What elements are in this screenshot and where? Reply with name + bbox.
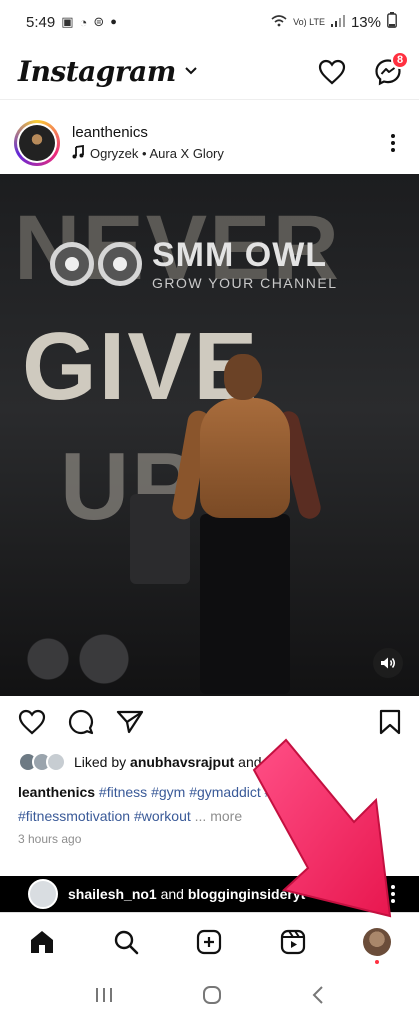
image-icon: ▣ bbox=[61, 14, 74, 29]
music-note-icon bbox=[72, 144, 84, 162]
post-timestamp: 3 hours ago bbox=[18, 832, 82, 846]
post-audio[interactable]: Ogryzek • Aura X Glory bbox=[72, 144, 381, 162]
likes-row[interactable]: Liked by anubhavsrajput and others bbox=[18, 752, 304, 772]
next-post-and: and bbox=[156, 886, 188, 902]
battery-percent: 13% bbox=[350, 13, 381, 31]
profile-avatar bbox=[363, 927, 392, 956]
sound-toggle-icon[interactable] bbox=[373, 648, 403, 678]
profile-tab[interactable] bbox=[359, 924, 395, 964]
home-button-icon[interactable] bbox=[201, 984, 223, 1011]
hashtag[interactable]: #fitnessmotivation bbox=[18, 808, 130, 824]
instagram-logo[interactable]: Instagram bbox=[18, 55, 198, 88]
home-icon[interactable] bbox=[24, 924, 60, 960]
heart-icon[interactable] bbox=[317, 57, 347, 87]
network-label: Vo) LTE bbox=[293, 17, 325, 27]
system-nav-bar bbox=[0, 970, 419, 1024]
liked-by-prefix: Liked by bbox=[74, 754, 131, 770]
hashtag[interactable]: #fitness bbox=[99, 784, 147, 800]
hashtag[interactable]: #gym bbox=[151, 784, 185, 800]
share-icon[interactable] bbox=[116, 710, 144, 739]
next-post-user[interactable]: shailesh_no1 bbox=[68, 886, 157, 902]
messenger-icon[interactable]: 8 bbox=[373, 50, 409, 87]
like-heart-icon[interactable] bbox=[18, 709, 46, 740]
watermark: SMM OWL GROW YOUR CHANNEL bbox=[50, 236, 337, 291]
create-post-icon[interactable] bbox=[191, 924, 227, 960]
app-header: Instagram 8 bbox=[0, 44, 419, 100]
comment-icon[interactable] bbox=[68, 709, 94, 740]
post-username[interactable]: leanthenics bbox=[72, 124, 381, 141]
post-options-icon[interactable] bbox=[381, 134, 405, 152]
whatsapp-icon: ◔ bbox=[79, 14, 88, 30]
status-bar: 5:49 ▣ ◔ ⊜ ● Vo) LTE 13% bbox=[0, 0, 419, 44]
battery-icon bbox=[387, 12, 397, 32]
recent-apps-icon[interactable] bbox=[93, 986, 115, 1009]
search-icon[interactable] bbox=[108, 924, 144, 960]
hashtag[interactable]: #workout bbox=[134, 808, 191, 824]
post-author-avatar[interactable] bbox=[14, 120, 60, 166]
athlete-figure bbox=[170, 354, 323, 694]
post-caption: leanthenics #fitness #gym #gymaddict #na… bbox=[18, 780, 408, 828]
owl-logo-icon bbox=[50, 241, 142, 286]
next-post-second-user[interactable]: blogginginsideryt bbox=[188, 886, 305, 902]
status-time: 5:49 bbox=[26, 13, 56, 31]
bottom-nav bbox=[0, 912, 419, 970]
signal-icon bbox=[330, 14, 345, 30]
watermark-subtitle: GROW YOUR CHANNEL bbox=[152, 275, 338, 291]
messenger-badge: 8 bbox=[391, 50, 409, 69]
next-post-avatar[interactable] bbox=[28, 879, 58, 909]
hashtag[interactable]: #gymaddict bbox=[189, 784, 261, 800]
wifi-icon bbox=[271, 14, 287, 30]
back-button-icon[interactable] bbox=[310, 985, 326, 1010]
reels-icon[interactable] bbox=[275, 924, 311, 960]
post-actions bbox=[0, 704, 419, 744]
audio-label: Ogryzek • Aura X Glory bbox=[90, 146, 224, 161]
logo-text: Instagram bbox=[18, 55, 176, 88]
liked-by-suffix: and others bbox=[234, 754, 305, 770]
next-post-header[interactable]: shailesh_no1 and blogginginsideryt bbox=[0, 876, 419, 912]
notification-dot-icon: ● bbox=[110, 16, 117, 28]
caption-more-link[interactable]: ... more bbox=[195, 808, 242, 824]
liked-by-user[interactable]: anubhavsrajput bbox=[130, 754, 234, 770]
dumbbells bbox=[20, 629, 160, 689]
watermark-title: SMM OWL bbox=[152, 236, 328, 274]
liker-avatars bbox=[18, 752, 66, 772]
sync-icon: ⊜ bbox=[93, 14, 105, 29]
next-post-options-icon[interactable] bbox=[381, 885, 405, 903]
avatar-image bbox=[19, 125, 55, 161]
hashtag[interactable]: #natty bbox=[265, 784, 303, 800]
profile-notification-dot bbox=[375, 959, 380, 964]
bookmark-icon[interactable] bbox=[379, 709, 401, 740]
post-image[interactable]: NEVER GIVE UP SMM OWL GROW YOUR CHANNEL bbox=[0, 174, 419, 696]
post-header: leanthenics Ogryzek • Aura X Glory bbox=[0, 112, 419, 174]
caption-username[interactable]: leanthenics bbox=[18, 784, 95, 800]
chevron-down-icon[interactable] bbox=[184, 64, 198, 80]
